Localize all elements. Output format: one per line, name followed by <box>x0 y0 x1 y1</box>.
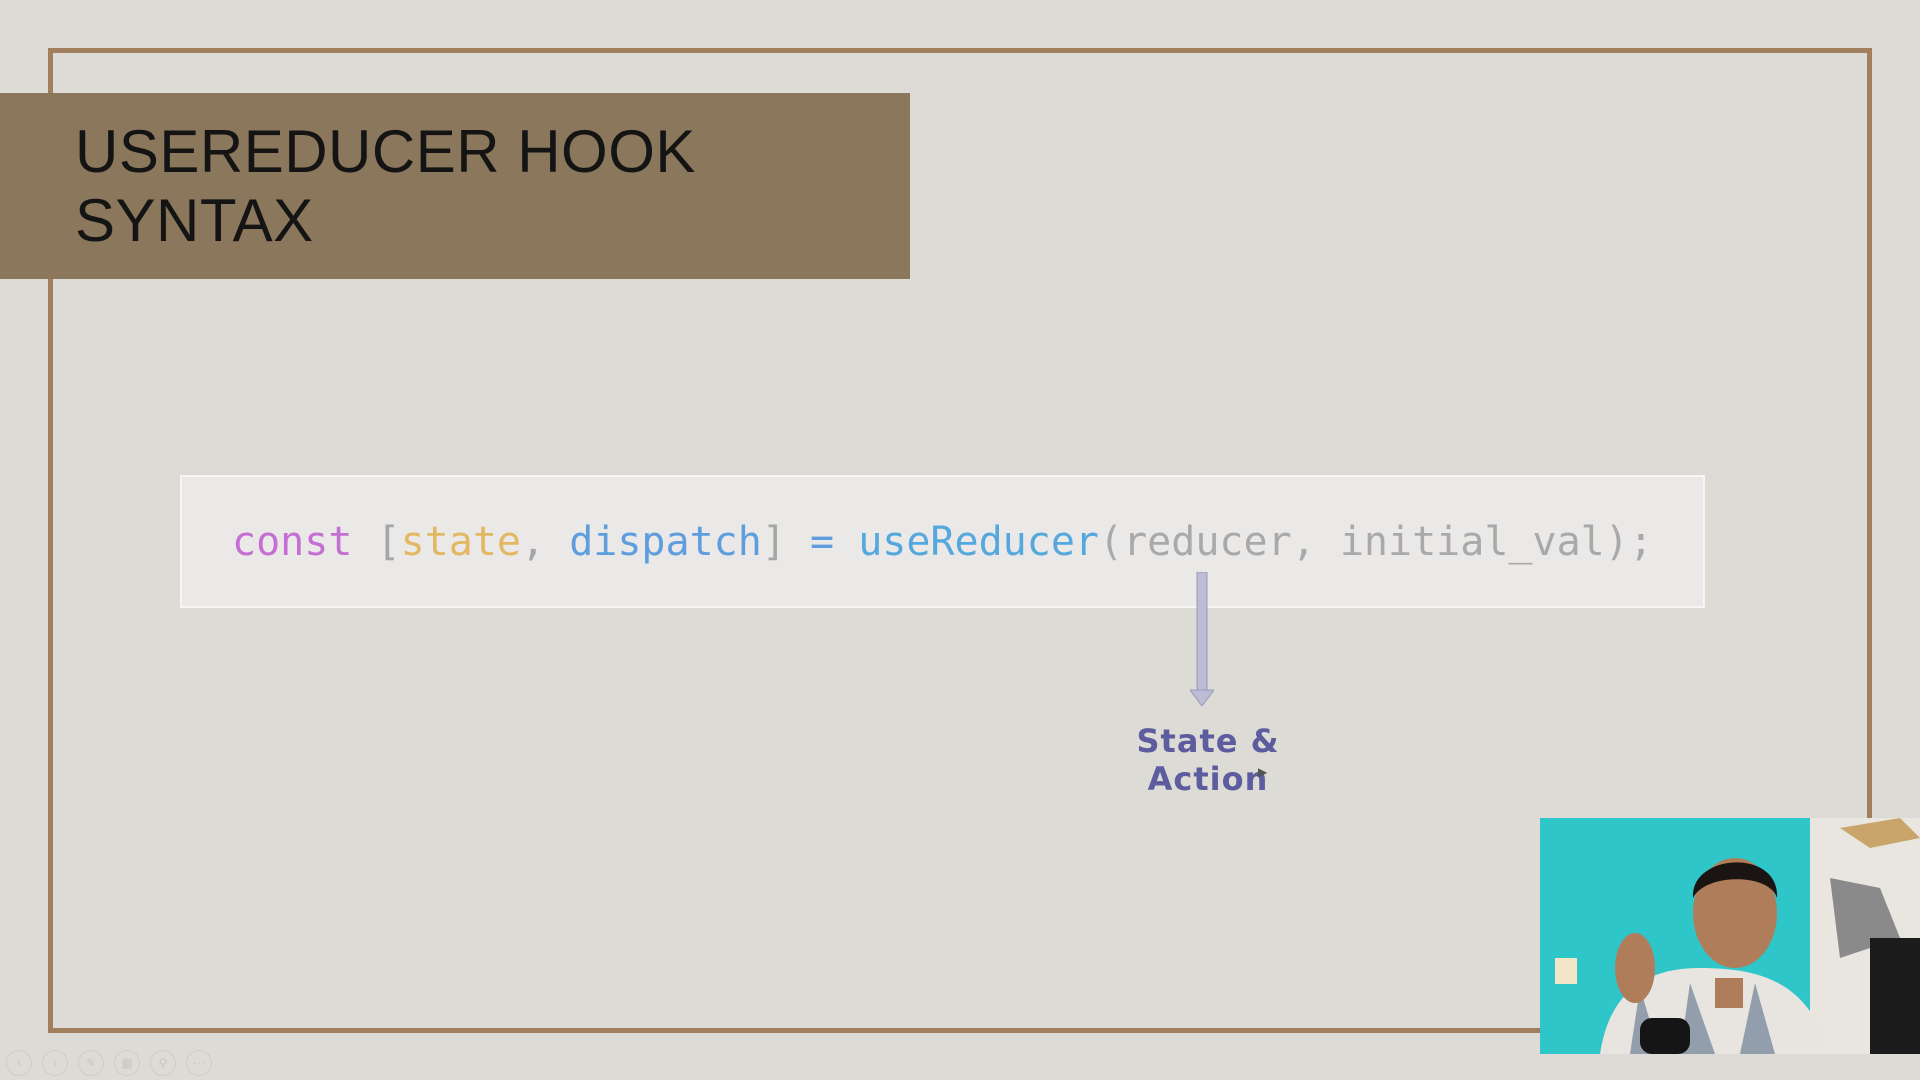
code-args: (reducer, initial_val); <box>1099 518 1653 565</box>
prev-icon[interactable]: ‹ <box>6 1050 32 1076</box>
zoom-icon[interactable]: ⚲ <box>150 1050 176 1076</box>
webcam-overlay <box>1540 818 1920 1054</box>
code-bracket-close: ] <box>761 518 786 565</box>
more-icon[interactable]: ⋯ <box>186 1050 212 1076</box>
down-arrow-icon <box>1190 572 1214 706</box>
presenter-video <box>1540 818 1920 1054</box>
view-icon[interactable]: ▦ <box>114 1050 140 1076</box>
pen-icon[interactable]: ✎ <box>78 1050 104 1076</box>
next-icon[interactable]: › <box>42 1050 68 1076</box>
mouse-cursor-icon: ▶ <box>1258 765 1268 779</box>
code-snippet: const [state, dispatch] = useReducer (red… <box>180 475 1705 608</box>
title-band: USEREDUCER HOOK SYNTAX <box>0 93 910 279</box>
slideshow-controls: ‹ › ✎ ▦ ⚲ ⋯ <box>6 1050 212 1076</box>
code-state-var: state <box>400 518 522 565</box>
slide-title: USEREDUCER HOOK SYNTAX <box>75 118 696 254</box>
code-keyword: const <box>232 518 353 565</box>
code-function: useReducer <box>858 518 1100 565</box>
code-bracket-open: [ <box>352 518 401 565</box>
annotation-label: State & Action <box>1136 722 1280 798</box>
code-comma: , <box>521 518 570 565</box>
code-dispatch-var: dispatch <box>569 518 762 565</box>
code-equals: = <box>785 518 859 565</box>
